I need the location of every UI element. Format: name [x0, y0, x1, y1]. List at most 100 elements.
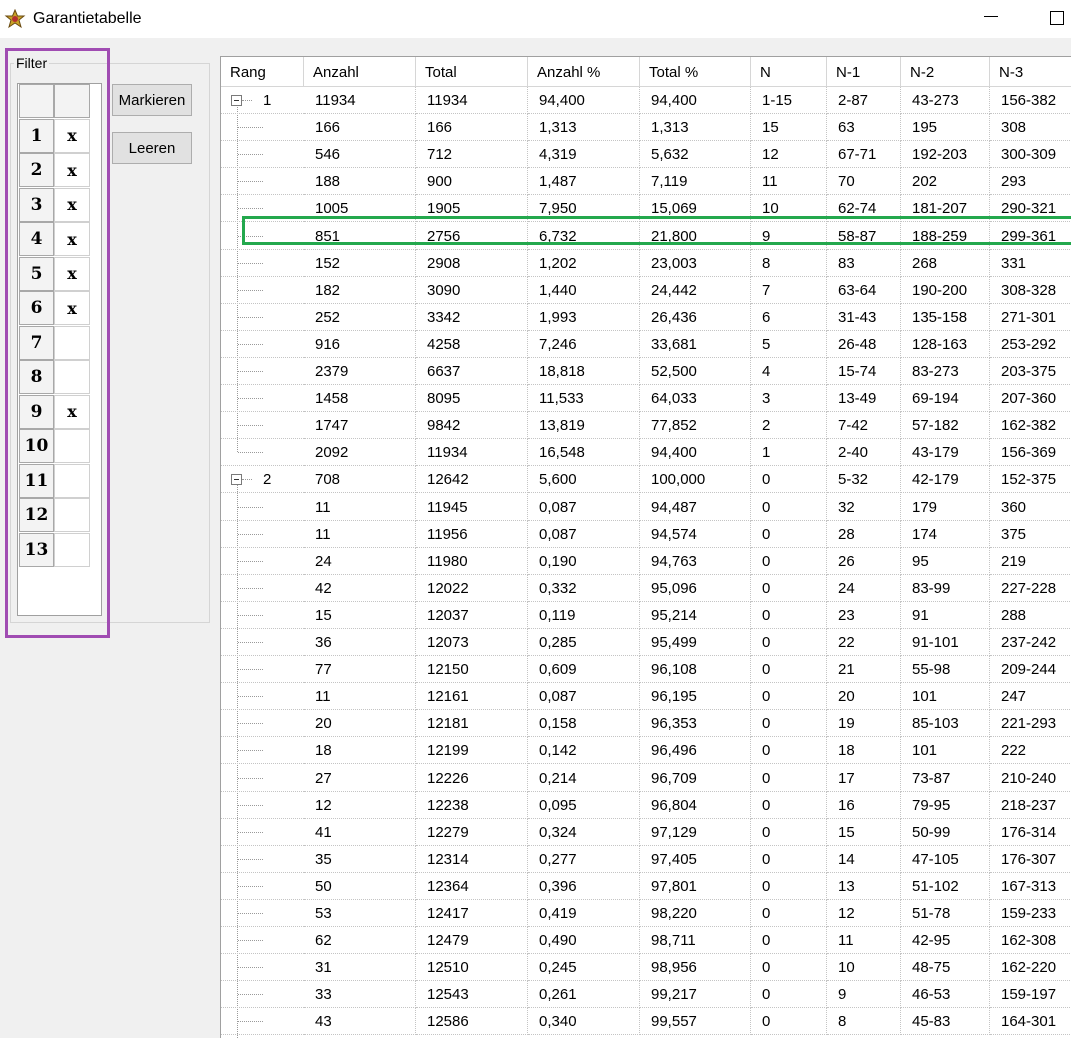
- rang-cell[interactable]: 1: [221, 87, 304, 114]
- n1-cell[interactable]: 18: [827, 737, 901, 765]
- table-row[interactable]: 1458 8095 11,533 64,033 3 13-49 69-194 207-360: [221, 385, 1071, 413]
- rang-cell[interactable]: [221, 168, 304, 196]
- n3-cell[interactable]: 218-237: [990, 792, 1071, 819]
- total-pct-cell[interactable]: 94,400: [640, 439, 751, 467]
- anzahl-cell[interactable]: 42: [304, 574, 416, 602]
- n2-cell[interactable]: 195: [901, 114, 990, 142]
- anzahl-pct-cell[interactable]: 0,087: [528, 683, 640, 711]
- anzahl-cell[interactable]: 1747: [304, 412, 416, 440]
- anzahl-pct-cell[interactable]: 18,818: [528, 358, 640, 385]
- rang-cell[interactable]: [221, 1008, 304, 1036]
- total-cell[interactable]: 2908: [416, 249, 528, 277]
- n1-cell[interactable]: 12: [827, 900, 901, 927]
- table-row[interactable]: 62 12479 0,490 98,711 0 11 42-95 162-308: [221, 927, 1071, 955]
- n1-cell[interactable]: 15-74: [827, 358, 901, 385]
- n2-cell[interactable]: 83-99: [901, 574, 990, 602]
- rang-cell[interactable]: [221, 629, 304, 656]
- table-row[interactable]: 20 12181 0,158 96,353 0 19 85-103 221-293: [221, 710, 1071, 738]
- n1-cell[interactable]: 11: [827, 927, 901, 955]
- anzahl-cell[interactable]: 77: [304, 656, 416, 684]
- n-cell[interactable]: 0: [751, 547, 827, 575]
- n1-cell[interactable]: 10: [827, 954, 901, 982]
- n-cell[interactable]: 1-15: [751, 87, 827, 114]
- n3-cell[interactable]: 360: [990, 494, 1071, 521]
- maximize-button[interactable]: [1050, 11, 1064, 25]
- anzahl-pct-cell[interactable]: 0,277: [528, 845, 640, 873]
- n3-cell[interactable]: 162-382: [990, 412, 1071, 440]
- anzahl-pct-cell[interactable]: 1,440: [528, 276, 640, 304]
- anzahl-cell[interactable]: 35: [304, 845, 416, 873]
- anzahl-pct-cell[interactable]: 0,340: [528, 1008, 640, 1036]
- n1-cell[interactable]: 63-64: [827, 276, 901, 304]
- n3-cell[interactable]: 331: [990, 250, 1071, 277]
- header-col-n[interactable]: N: [751, 57, 827, 87]
- n-cell[interactable]: 0: [751, 493, 827, 521]
- anzahl-pct-cell[interactable]: 0,261: [528, 981, 640, 1009]
- n1-cell[interactable]: 63: [827, 114, 901, 142]
- n2-cell[interactable]: 174: [901, 520, 990, 548]
- n3-cell[interactable]: 167-313: [990, 873, 1071, 900]
- anzahl-pct-cell[interactable]: 0,095: [528, 791, 640, 819]
- n3-cell[interactable]: 176-307: [990, 846, 1071, 873]
- rang-cell[interactable]: [221, 277, 304, 304]
- anzahl-pct-cell[interactable]: 0,419: [528, 900, 640, 927]
- total-pct-cell[interactable]: 96,804: [640, 791, 751, 819]
- n2-cell[interactable]: 51-78: [901, 900, 990, 927]
- total-cell[interactable]: 11934: [416, 87, 528, 114]
- n2-cell[interactable]: 179: [901, 493, 990, 521]
- anzahl-pct-cell[interactable]: 0,324: [528, 818, 640, 846]
- n-cell[interactable]: 0: [751, 791, 827, 819]
- anzahl-pct-cell[interactable]: 0,396: [528, 872, 640, 900]
- total-cell[interactable]: 12150: [416, 656, 528, 684]
- total-cell[interactable]: 12073: [416, 629, 528, 656]
- n3-cell[interactable]: 162-220: [990, 954, 1071, 982]
- total-cell[interactable]: 12181: [416, 710, 528, 738]
- total-pct-cell[interactable]: 97,405: [640, 845, 751, 873]
- anzahl-cell[interactable]: 33: [304, 981, 416, 1009]
- n2-cell[interactable]: 43-273: [901, 87, 990, 114]
- rang-cell[interactable]: [221, 412, 304, 440]
- rang-cell[interactable]: [221, 358, 304, 385]
- rang-cell[interactable]: [221, 141, 304, 169]
- table-group-row[interactable]: 2 708 12642 5,600 100,000 0 5-32 42-179 152-375: [221, 466, 1071, 494]
- anzahl-cell[interactable]: 15: [304, 601, 416, 629]
- total-pct-cell[interactable]: 98,220: [640, 900, 751, 927]
- anzahl-cell[interactable]: 12: [304, 791, 416, 819]
- rang-cell[interactable]: [221, 575, 304, 602]
- total-cell[interactable]: 12479: [416, 927, 528, 955]
- n2-cell[interactable]: 69-194: [901, 385, 990, 413]
- anzahl-cell[interactable]: 41: [304, 818, 416, 846]
- total-cell[interactable]: 12022: [416, 574, 528, 602]
- n-cell[interactable]: 8: [751, 249, 827, 277]
- total-cell[interactable]: 12314: [416, 845, 528, 873]
- anzahl-pct-cell[interactable]: 11,533: [528, 385, 640, 413]
- n2-cell[interactable]: 79-95: [901, 791, 990, 819]
- rang-cell[interactable]: [221, 521, 304, 548]
- total-cell[interactable]: 12037: [416, 601, 528, 629]
- total-pct-cell[interactable]: 94,487: [640, 493, 751, 521]
- n2-cell[interactable]: 128-163: [901, 330, 990, 358]
- anzahl-pct-cell[interactable]: 4,319: [528, 141, 640, 169]
- n2-cell[interactable]: 57-182: [901, 412, 990, 440]
- n2-cell[interactable]: 46-53: [901, 981, 990, 1009]
- total-cell[interactable]: 3090: [416, 276, 528, 304]
- total-pct-cell[interactable]: 24,442: [640, 276, 751, 304]
- table-row[interactable]: 2379 6637 18,818 52,500 4 15-74 83-273 203-375: [221, 358, 1071, 385]
- n2-cell[interactable]: 50-99: [901, 818, 990, 846]
- table-group-row[interactable]: 1 11934 11934 94,400 94,400 1-15 2-87 43-273 156…: [221, 87, 1071, 114]
- n1-cell[interactable]: 26-48: [827, 330, 901, 358]
- anzahl-cell[interactable]: 2092: [304, 439, 416, 467]
- n2-cell[interactable]: 101: [901, 737, 990, 765]
- anzahl-cell[interactable]: 27: [304, 764, 416, 792]
- total-pct-cell[interactable]: 96,709: [640, 764, 751, 792]
- total-pct-cell[interactable]: 96,108: [640, 656, 751, 684]
- anzahl-cell[interactable]: 53: [304, 900, 416, 927]
- total-cell[interactable]: 12417: [416, 900, 528, 927]
- anzahl-cell[interactable]: 2379: [304, 358, 416, 385]
- n1-cell[interactable]: 67-71: [827, 141, 901, 169]
- rang-cell[interactable]: [221, 819, 304, 846]
- rang-cell[interactable]: [221, 765, 304, 792]
- total-cell[interactable]: 9842: [416, 412, 528, 440]
- total-cell[interactable]: 12161: [416, 683, 528, 711]
- n-cell[interactable]: 0: [751, 629, 827, 656]
